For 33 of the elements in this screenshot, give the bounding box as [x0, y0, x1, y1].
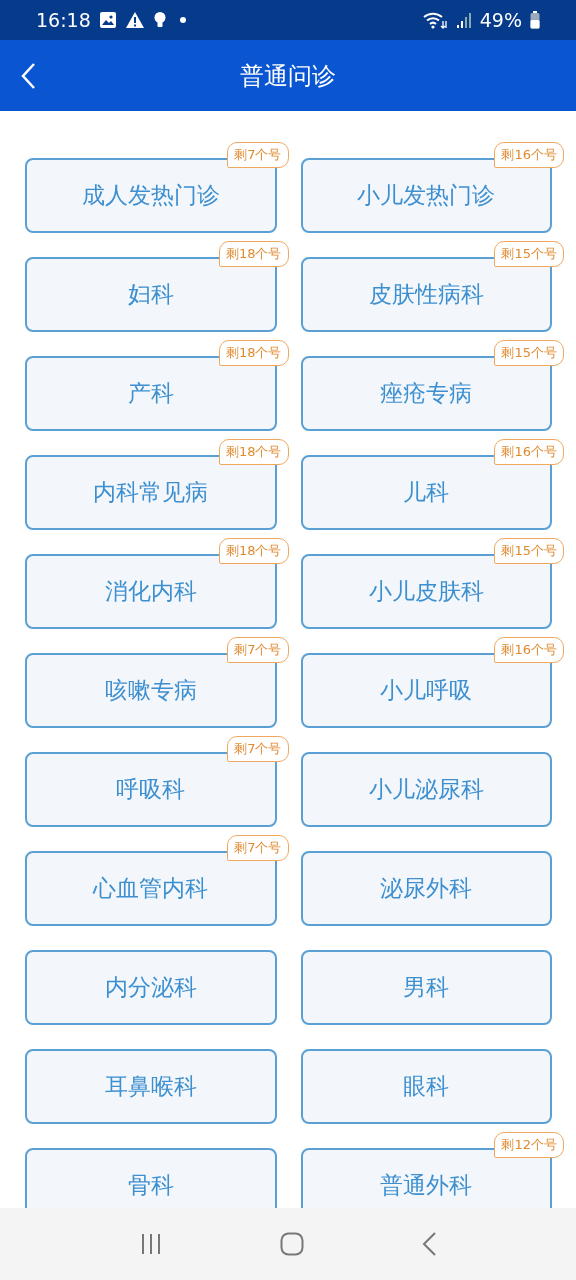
remaining-badge: 剩12个号	[494, 1132, 564, 1158]
remaining-badge: 剩15个号	[494, 538, 564, 564]
status-time: 16:18	[36, 9, 91, 31]
remaining-badge: 剩16个号	[494, 142, 564, 168]
bulb-icon	[152, 11, 167, 29]
home-icon[interactable]	[280, 1232, 304, 1256]
warning-icon	[124, 11, 145, 29]
back-icon[interactable]	[421, 1231, 438, 1257]
remaining-badge: 剩16个号	[494, 637, 564, 663]
remaining-badge: 剩16个号	[494, 439, 564, 465]
remaining-badge: 剩7个号	[227, 736, 289, 762]
department-button[interactable]: 小儿泌尿科	[300, 752, 552, 827]
image-icon	[98, 11, 117, 29]
battery-icon	[530, 11, 540, 29]
wifi-icon	[421, 10, 448, 30]
signal-icon	[455, 11, 472, 29]
department-button[interactable]: 骨科	[25, 1148, 277, 1208]
remaining-badge: 剩18个号	[218, 340, 289, 366]
remaining-badge: 剩18个号	[218, 538, 289, 564]
department-button[interactable]: 内分泌科	[25, 950, 277, 1025]
department-button[interactable]: 泌尿外科	[300, 851, 552, 926]
battery-percent: 49%	[479, 9, 522, 31]
department-button[interactable]: 男科	[300, 950, 552, 1025]
department-button[interactable]: 耳鼻喉科	[25, 1049, 277, 1124]
remaining-badge: 剩18个号	[218, 241, 289, 267]
remaining-badge: 剩18个号	[218, 439, 289, 465]
page-title: 普通问诊	[239, 60, 337, 92]
remaining-badge: 剩7个号	[227, 142, 289, 168]
remaining-badge: 剩15个号	[494, 241, 564, 267]
remaining-badge: 剩7个号	[227, 835, 289, 861]
remaining-badge: 剩15个号	[494, 340, 564, 366]
department-button[interactable]: 眼科	[300, 1049, 552, 1124]
remaining-badge: 剩7个号	[227, 637, 289, 663]
